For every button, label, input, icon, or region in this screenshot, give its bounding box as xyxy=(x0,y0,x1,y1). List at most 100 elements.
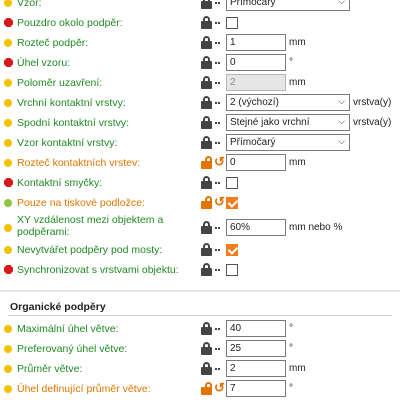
pattern-select[interactable]: Přímočarý ⌵ xyxy=(226,0,350,11)
simple-mode-dot xyxy=(4,0,12,7)
dot-icon xyxy=(215,22,220,24)
branch-diameter-angle-input[interactable]: 7 xyxy=(226,380,286,397)
lock-icon[interactable] xyxy=(201,56,212,69)
lock-icon[interactable] xyxy=(201,16,212,29)
setting-row-interface-pattern: Vzor kontaktní vrstvy: Přímočarý ⌵ xyxy=(0,133,400,153)
dot-icon xyxy=(215,348,220,350)
dot-icon xyxy=(215,62,220,64)
simple-mode-dot xyxy=(4,119,12,127)
setting-row-buildplate-only: Pouze na tiskové podložce: ↺ xyxy=(0,193,400,213)
dot-icon xyxy=(215,227,220,229)
xy-distance-label: XY vzdálenost mezi objektem a podpěrami: xyxy=(17,214,164,238)
lock-icon[interactable] xyxy=(201,342,212,355)
lock-icon[interactable] xyxy=(201,322,212,335)
dot-icon xyxy=(215,328,220,330)
dont-support-bridges-checkbox[interactable] xyxy=(226,244,238,256)
lock-icon[interactable] xyxy=(201,0,212,9)
pattern-select-value: Přímočarý xyxy=(230,0,276,8)
expert-mode-dot xyxy=(4,58,13,67)
lock-icon[interactable] xyxy=(201,36,212,49)
interface-spacing-label: Rozteč kontaktních vrstev: xyxy=(17,157,141,169)
branch-diameter-angle-label: Úhel definující průměr větve: xyxy=(17,383,151,395)
bottom-interface-layers-select[interactable]: Stejné jako vrchní ⌵ xyxy=(226,114,350,131)
lock-icon[interactable] xyxy=(201,116,212,129)
unlocked-icon[interactable] xyxy=(201,382,212,395)
bottom-interface-layers-label: Spodní kontaktní vrstvy: xyxy=(17,117,130,129)
setting-row-xy-distance: XY vzdálenost mezi objektem a podpěrami:… xyxy=(0,214,400,241)
dot-icon xyxy=(215,269,220,271)
simple-mode-dot xyxy=(4,365,12,373)
preferred-branch-angle-label: Preferovaný úhel větve: xyxy=(17,343,128,355)
chevron-down-icon: ⌵ xyxy=(338,136,345,146)
reset-arrow-icon[interactable]: ↺ xyxy=(214,381,226,395)
sync-layers-checkbox[interactable] xyxy=(226,264,238,276)
closing-radius-label: Poloměr uzavření: xyxy=(17,77,103,89)
support-spacing-input[interactable]: 1 xyxy=(226,34,286,51)
interface-loops-label: Kontaktní smyčky: xyxy=(17,177,103,189)
top-interface-layers-select[interactable]: 2 (výchozí) ⌵ xyxy=(226,94,350,111)
lock-icon[interactable] xyxy=(201,176,212,189)
setting-row-bottom-interface-layers: Spodní kontaktní vrstvy: Stejné jako vrc… xyxy=(0,113,400,133)
unit-label: mm xyxy=(289,157,306,168)
simple-mode-dot xyxy=(4,79,12,87)
lock-icon[interactable] xyxy=(201,362,212,375)
reset-arrow-icon[interactable]: ↺ xyxy=(214,155,226,169)
simple-mode-dot xyxy=(4,246,12,254)
interface-pattern-select[interactable]: Přímočarý ⌵ xyxy=(226,134,350,151)
xy-distance-input[interactable]: 60% xyxy=(226,219,286,236)
buildplate-only-label: Pouze na tiskové podložce: xyxy=(17,197,145,209)
branch-diameter-label: Průměr větve: xyxy=(17,363,83,375)
expert-mode-dot xyxy=(4,178,13,187)
max-branch-angle-label: Maximální úhel větve: xyxy=(17,323,119,335)
simple-mode-dot xyxy=(4,39,12,47)
lock-icon[interactable] xyxy=(201,263,212,276)
setting-row-support-sheath: Pouzdro okolo podpěr: xyxy=(0,13,400,33)
chevron-down-icon: ⌵ xyxy=(338,116,345,126)
branch-diameter-input[interactable]: 2 xyxy=(226,360,286,377)
lock-icon[interactable] xyxy=(201,76,212,89)
unlocked-icon[interactable] xyxy=(201,196,212,209)
expert-mode-dot xyxy=(4,18,13,27)
lock-icon[interactable] xyxy=(201,243,212,256)
setting-row-sync-layers: Synchronizovat s vrstvami objektu: xyxy=(0,260,400,280)
interface-spacing-input[interactable]: 0 xyxy=(226,154,286,171)
closing-radius-input[interactable]: 2 xyxy=(226,74,286,91)
dot-icon xyxy=(215,122,220,124)
buildplate-only-checkbox[interactable] xyxy=(226,197,238,209)
unit-label: ° xyxy=(289,57,293,68)
top-interface-layers-label: Vrchní kontaktní vrstvy: xyxy=(17,97,126,109)
unit-label: mm xyxy=(289,77,306,88)
pattern-angle-input[interactable]: 0 xyxy=(226,54,286,71)
simple-mode-dot xyxy=(4,325,12,333)
dot-icon xyxy=(215,249,220,251)
chevron-down-icon: ⌵ xyxy=(338,96,345,106)
simple-mode-dot xyxy=(4,345,12,353)
simple-mode-dot xyxy=(4,99,12,107)
preferred-branch-angle-input[interactable]: 25 xyxy=(226,340,286,357)
lock-icon[interactable] xyxy=(201,96,212,109)
dot-icon xyxy=(215,102,220,104)
unit-label: vrstva(y) xyxy=(353,117,392,128)
setting-row-branch-diameter-angle: Úhel definující průměr větve: ↺ 7 ° xyxy=(0,379,400,399)
simple-mode-dot xyxy=(4,224,12,232)
lock-icon[interactable] xyxy=(201,221,212,234)
max-branch-angle-input[interactable]: 40 xyxy=(226,320,286,337)
setting-row-dont-support-bridges: Nevytvářet podpěry pod mosty: xyxy=(0,240,400,260)
setting-row-pattern-angle: Úhel vzoru: 0 ° xyxy=(0,53,400,73)
interface-loops-checkbox[interactable] xyxy=(226,177,238,189)
unit-label: mm xyxy=(289,363,306,374)
dot-icon xyxy=(215,42,220,44)
dot-icon xyxy=(215,182,220,184)
pattern-label: Vzor: xyxy=(17,0,42,9)
pattern-angle-label: Úhel vzoru: xyxy=(17,57,71,69)
setting-row-support-spacing: Rozteč podpěr: 1 mm xyxy=(0,33,400,53)
setting-row-preferred-branch-angle: Preferovaný úhel větve: 25 ° xyxy=(0,339,400,359)
unit-label: mm nebo % xyxy=(289,222,343,233)
dont-support-bridges-label: Nevytvářet podpěry pod mosty: xyxy=(17,244,163,256)
lock-icon[interactable] xyxy=(201,136,212,149)
reset-arrow-icon[interactable]: ↺ xyxy=(214,195,226,209)
unlocked-icon[interactable] xyxy=(201,156,212,169)
dot-icon xyxy=(215,82,220,84)
simple-mode-dot xyxy=(4,139,12,147)
support-sheath-checkbox[interactable] xyxy=(226,17,238,29)
